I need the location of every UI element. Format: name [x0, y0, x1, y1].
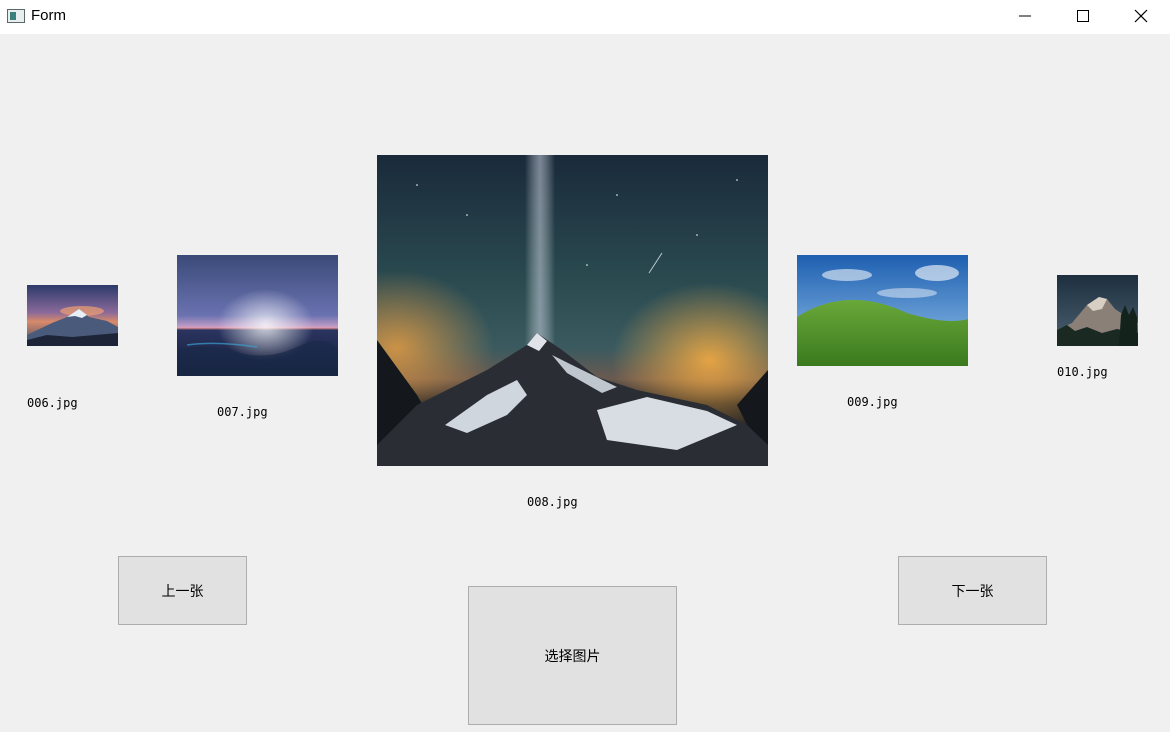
image-010[interactable] [1057, 275, 1138, 346]
caption-006: 006.jpg [27, 396, 78, 410]
image-006[interactable] [27, 285, 118, 346]
sunset-mountain-picture [27, 285, 118, 346]
maximize-button[interactable] [1054, 0, 1112, 32]
green-hill-picture [797, 255, 968, 366]
granite-peak-picture [1057, 275, 1138, 346]
caption-010: 010.jpg [1057, 365, 1108, 379]
close-button[interactable] [1112, 0, 1170, 32]
app-icon [7, 9, 25, 23]
select-image-button[interactable]: 选择图片 [468, 586, 677, 725]
caption-008: 008.jpg [527, 495, 578, 509]
title-bar: Form [0, 0, 1170, 34]
next-button[interactable]: 下一张 [898, 556, 1047, 625]
image-007[interactable] [177, 255, 338, 376]
image-008[interactable] [377, 155, 768, 466]
minimize-icon [1019, 15, 1031, 17]
minimize-button[interactable] [996, 0, 1054, 32]
image-009[interactable] [797, 255, 968, 366]
maximize-icon [1077, 10, 1089, 22]
caption-007: 007.jpg [217, 405, 268, 419]
window-title: Form [31, 7, 66, 24]
ocean-horizon-picture [177, 255, 338, 376]
previous-button[interactable]: 上一张 [118, 556, 247, 625]
caption-009: 009.jpg [847, 395, 898, 409]
close-icon [1134, 9, 1148, 23]
milky-way-mountain-picture [377, 155, 768, 466]
